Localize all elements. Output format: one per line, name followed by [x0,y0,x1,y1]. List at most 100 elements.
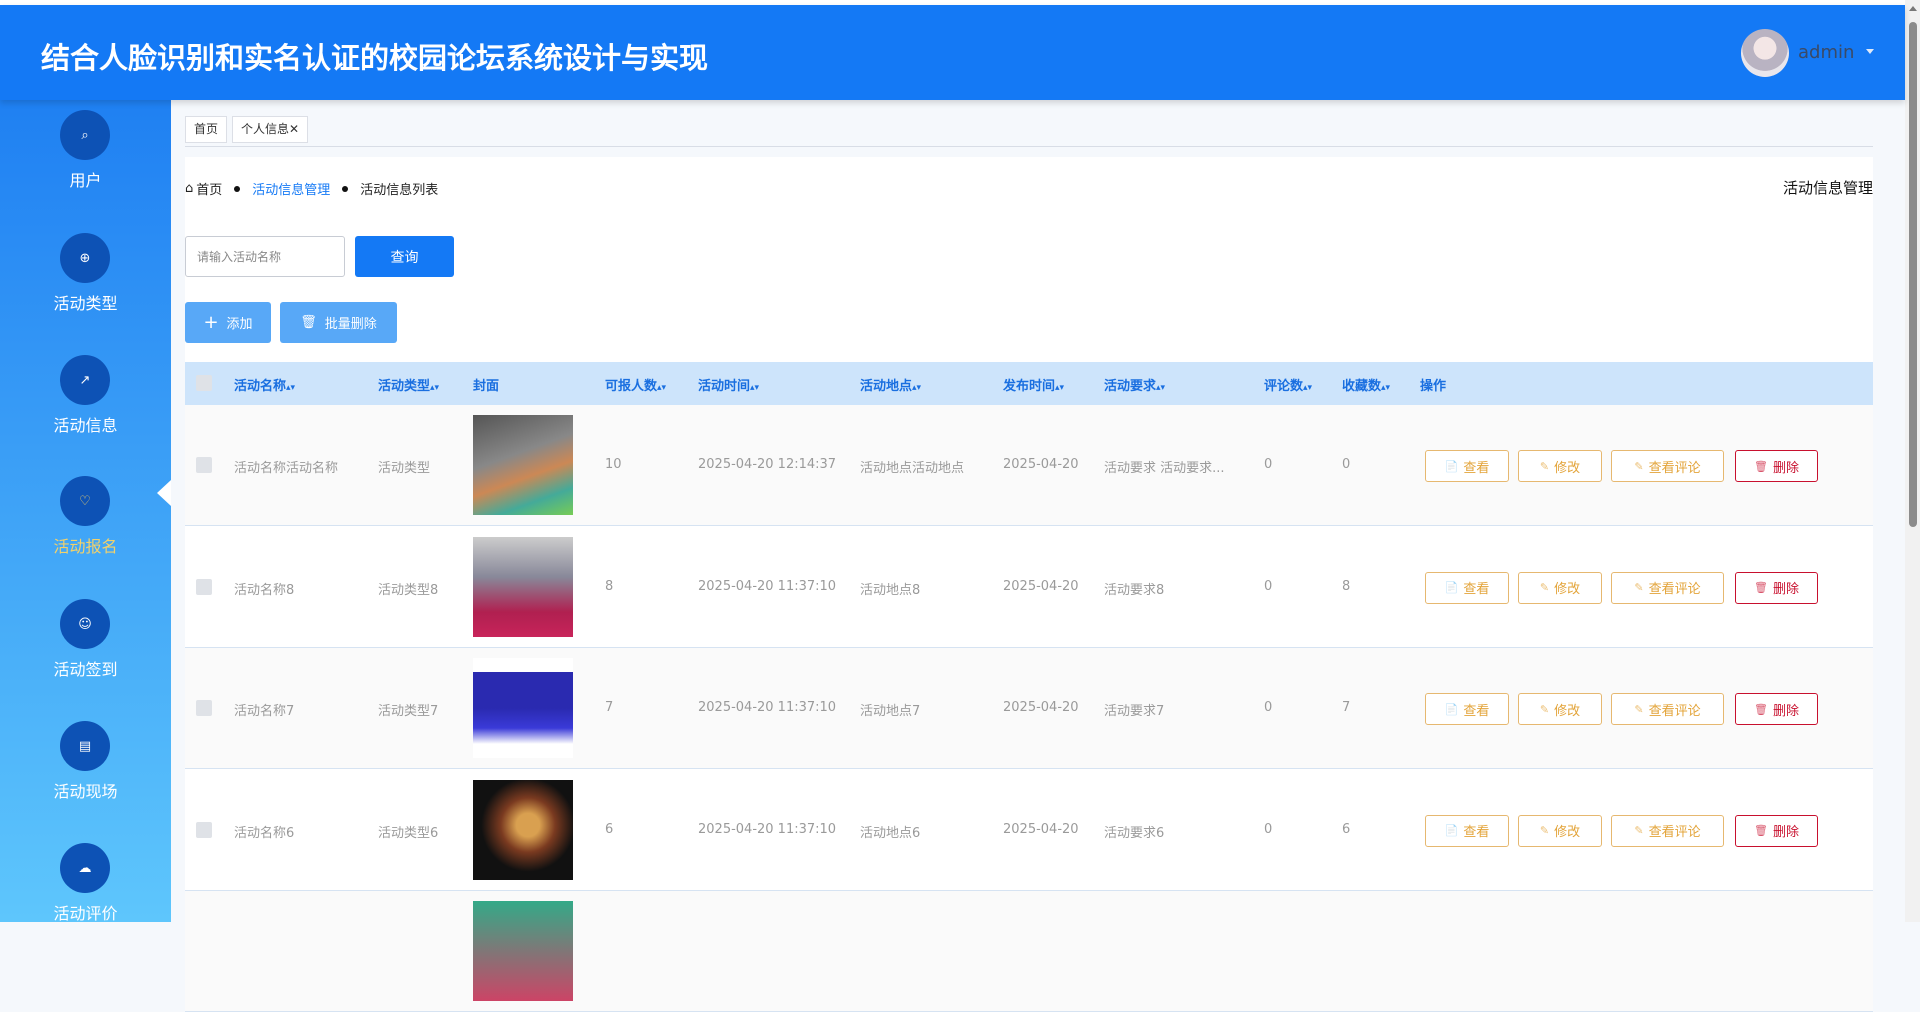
trash-icon: 🗑 [300,315,317,330]
sort-icon[interactable]: ▴▾ [430,383,439,393]
delete-button[interactable]: 🗑 删除 [1735,450,1818,482]
breadcrumb-home[interactable]: 首页 [196,179,222,198]
cell-pub: 2025-04-20 [1003,821,1079,837]
sidebar-item-5[interactable]: ▤ 活动现场 [0,721,171,831]
cell-comments: 0 [1264,700,1273,715]
row-checkbox[interactable] [196,821,212,838]
column-header[interactable]: 活动类型▴▾ [378,375,439,394]
search-input[interactable] [185,236,345,277]
page-title: 活动信息管理 [1782,179,1873,197]
sort-icon[interactable]: ▴▾ [657,383,666,393]
cell-favs: 6 [1342,821,1351,837]
tab-label: 个人信息 [241,122,290,136]
sort-icon[interactable]: ▴▾ [1055,383,1064,393]
avatar[interactable] [1741,29,1789,77]
sidebar-item-1[interactable]: ⊕ 活动类型 [0,233,171,343]
header-label: 收藏数 [1342,379,1382,394]
row-checkbox[interactable] [196,457,212,473]
sort-icon[interactable]: ▴▾ [750,383,759,393]
cell-time: 2025-04-20 11:37:10 [698,700,837,715]
cell-name: 活动名称6 [234,825,295,841]
query-button[interactable]: 查询 [355,236,454,277]
sort-icon[interactable]: ▴▾ [1156,383,1165,393]
edit-button[interactable]: ✎ 修改 [1518,814,1602,847]
cell-favs: 0 [1342,457,1351,472]
sidebar-item-label: 活动类型 [53,294,118,313]
column-header[interactable]: 活动要求▴▾ [1104,375,1165,394]
scrollbar[interactable] [1905,0,1920,922]
chevron-down-icon[interactable] [1866,49,1874,54]
comments-button[interactable]: ✎ 查看评论 [1611,450,1724,482]
document-icon: 📄 [1444,702,1459,716]
edit-button[interactable]: ✎ 修改 [1518,693,1602,725]
comments-button[interactable]: ✎ 查看评论 [1611,814,1724,847]
table-header: 活动名称▴▾ 活动类型▴▾ 封面 可报人数▴▾ 活动时间▴▾ 活动地点▴▾ 发布时间▴▾ 活动… [185,362,1873,405]
button-label: 删除 [1772,825,1799,840]
cell-type: 活动类型 [378,461,431,476]
cell-type: 活动类型6 [378,825,439,841]
view-button[interactable]: 📄 查看 [1425,450,1509,482]
sidebar-item-label: 活动签到 [53,660,118,679]
column-header[interactable]: 收藏数▴▾ [1342,375,1390,394]
scroll-up-icon[interactable] [1909,6,1917,11]
column-header[interactable]: 可报人数▴▾ [605,375,666,394]
delete-button[interactable]: 🗑 删除 [1735,693,1818,725]
column-header[interactable]: 活动时间▴▾ [698,375,759,394]
view-button[interactable]: 📄 查看 [1425,693,1509,725]
view-button[interactable]: 📄 查看 [1425,571,1509,604]
header-label: 操作 [1420,379,1447,394]
row-checkbox[interactable] [196,700,212,716]
edit-icon: ✎ [1634,824,1644,837]
edit-button[interactable]: ✎ 修改 [1518,571,1602,604]
tab-profile[interactable]: 个人信息✕ [232,116,309,143]
delete-button[interactable]: 🗑 删除 [1735,571,1818,604]
delete-button[interactable]: 🗑 删除 [1735,814,1818,847]
sort-icon[interactable]: ▴▾ [1381,383,1390,393]
cell-time: 2025-04-20 12:14:37 [698,457,837,472]
sort-icon[interactable]: ▴▾ [1303,383,1312,393]
button-label: 查看评论 [1648,703,1701,719]
comments-button[interactable]: ✎ 查看评论 [1611,571,1724,604]
cell-name: 活动名称活动名称 [234,461,339,476]
add-button[interactable]: + 添加 [185,302,271,343]
tab-home[interactable]: 首页 [185,116,228,143]
cell-req: 活动要求7 [1104,704,1165,719]
button-label: 查看评论 [1648,582,1701,597]
header-label: 活动时间 [698,379,751,394]
sidebar-item-6[interactable]: ☁ 活动评价 [0,843,171,922]
breadcrumb-section[interactable]: 活动信息管理 [252,179,330,198]
cell-place: 活动地点7 [860,704,921,719]
cell-time: 2025-04-20 11:37:10 [698,578,837,594]
edit-button[interactable]: ✎ 修改 [1518,450,1602,482]
batch-delete-button[interactable]: 🗑 批量删除 [280,302,397,343]
table-row: 活动名称活动名称 活动类型 10 2025-04-20 12:14:37 活动地点活动地… [185,405,1873,526]
row-checkbox[interactable] [196,578,212,595]
header-label: 活动地点 [860,379,913,394]
close-icon[interactable]: ✕ [289,122,299,136]
column-header[interactable]: 发布时间▴▾ [1003,375,1064,394]
cell-favs: 7 [1342,700,1351,715]
sidebar-item-2[interactable]: ↗ 活动信息 [0,355,171,465]
scrollbar-thumb[interactable] [1909,22,1917,527]
cell-count: 6 [605,821,614,837]
sort-icon[interactable]: ▴▾ [286,383,295,393]
active-menu-pointer [157,480,171,506]
column-header[interactable]: 活动名称▴▾ [234,375,295,394]
cell-count: 7 [605,700,614,715]
comments-button[interactable]: ✎ 查看评论 [1611,693,1724,725]
sort-icon[interactable]: ▴▾ [912,383,921,393]
cell-req: 活动要求 活动要求... [1104,461,1225,476]
column-header[interactable]: 活动地点▴▾ [860,375,921,394]
sidebar-item-0[interactable]: ⌕ 用户 [0,110,171,220]
username[interactable]: admin [1798,42,1854,63]
sidebar-item-4[interactable]: ☺ 活动签到 [0,599,171,709]
batch-delete-label: 批量删除 [324,317,377,332]
select-all-checkbox[interactable] [196,375,212,391]
view-button[interactable]: 📄 查看 [1425,814,1509,847]
home-icon: ⌂ [185,181,194,196]
sidebar-item-3[interactable]: ♡ 活动报名 [0,476,171,586]
heart-icon: ♡ [60,476,110,526]
edit-icon: ✎ [1539,459,1550,473]
column-header[interactable]: 评论数▴▾ [1264,375,1312,394]
edit-icon: ✎ [1539,702,1550,716]
